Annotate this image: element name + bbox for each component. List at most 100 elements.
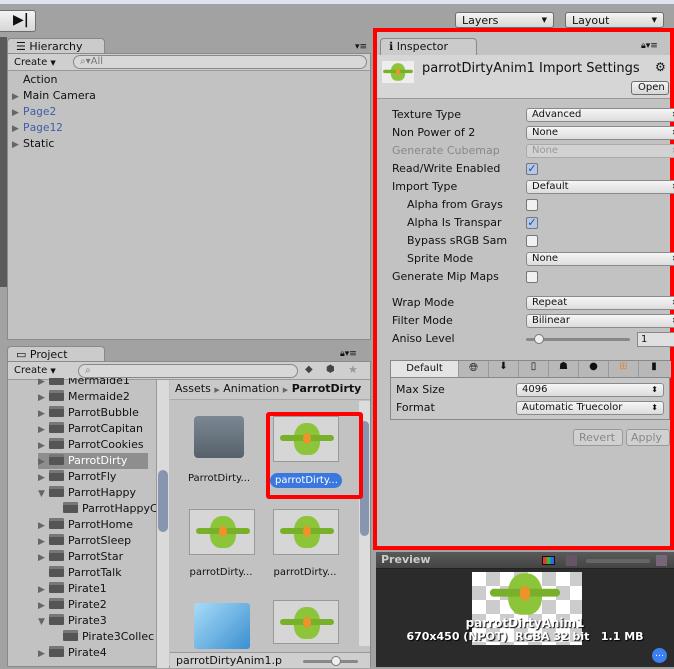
filter-type-icon[interactable]: ◆ xyxy=(305,364,323,375)
layers-dropdown[interactable]: Layers ▼ xyxy=(455,12,554,28)
lock-icon[interactable]: 🔒︎▾≡ xyxy=(340,349,357,359)
expand-arrow-icon[interactable]: ▶ xyxy=(38,598,49,614)
tree-scrollbar[interactable] xyxy=(156,380,169,668)
project-folder-item[interactable]: ▶ Pirate1 xyxy=(38,581,156,597)
tab-hierarchy[interactable]: ☰ Hierarchy xyxy=(7,38,105,54)
expand-arrow-icon[interactable]: ▶ xyxy=(38,646,49,662)
create-button[interactable]: Create ▼ xyxy=(14,364,56,378)
tag-icon[interactable]: ⬢ xyxy=(326,364,344,375)
create-button[interactable]: Create ▼ xyxy=(14,55,56,71)
breadcrumb-item[interactable]: ParrotDirty xyxy=(292,382,362,395)
expand-arrow-icon[interactable]: ▶ xyxy=(38,438,49,454)
tab-default-platform[interactable]: Default xyxy=(391,361,459,377)
icon-size-slider[interactable] xyxy=(303,656,358,666)
expand-arrow-icon[interactable]: ▶ xyxy=(38,422,49,438)
project-folder-item[interactable]: ParrotTalk xyxy=(38,565,156,581)
expand-arrow-icon[interactable]: ▶ xyxy=(38,406,49,422)
step-button[interactable]: ▶| xyxy=(0,10,36,32)
asset-thumbnail[interactable] xyxy=(273,509,339,555)
more-icon[interactable]: … xyxy=(652,648,667,663)
texture-type-dropdown[interactable]: Advanced⬍ xyxy=(526,108,674,122)
project-folder-item[interactable]: ▼ ParrotHappy xyxy=(38,485,156,501)
revert-button[interactable]: Revert xyxy=(573,429,623,446)
rgb-channel-icon[interactable] xyxy=(542,556,555,565)
project-folder-item[interactable]: ParrotHappyC xyxy=(38,501,156,517)
bypass-srgb-checkbox[interactable] xyxy=(526,235,538,247)
windows-platform-icon[interactable]: ⊞ xyxy=(609,361,639,377)
alpha-grays-checkbox[interactable] xyxy=(526,199,538,211)
format-dropdown[interactable]: Automatic Truecolor ⬍ xyxy=(516,401,664,415)
blackberry-platform-icon[interactable]: ● xyxy=(579,361,609,377)
project-folder-item[interactable]: ▶ Pirate2 xyxy=(38,597,156,613)
breadcrumb-item[interactable]: Assets xyxy=(175,382,211,395)
project-folder-item[interactable]: ▶ ParrotStar xyxy=(38,549,156,565)
expand-arrow-icon[interactable]: ▼ xyxy=(38,486,49,502)
expand-arrow-icon[interactable]: ▶ xyxy=(38,470,49,486)
mip-slider[interactable] xyxy=(586,559,650,563)
alpha-transparency-checkbox[interactable]: ✓ xyxy=(526,217,538,229)
breadcrumb-item[interactable]: Animation xyxy=(223,382,279,395)
project-folder-item[interactable]: ▼ Pirate3 xyxy=(38,613,156,629)
wrap-mode-dropdown[interactable]: Repeat⬍ xyxy=(526,296,674,310)
expand-arrow-icon[interactable]: ▼ xyxy=(38,614,49,630)
cube-asset-icon[interactable] xyxy=(194,603,250,649)
project-folder-item[interactable]: Pirate3Collec xyxy=(38,629,156,645)
project-search-input[interactable]: ⌕ xyxy=(78,364,298,378)
project-folder-item[interactable]: ▶ ParrotBubble xyxy=(38,405,156,421)
hierarchy-item[interactable]: ▶ Page2 xyxy=(12,104,56,120)
expand-arrow-icon[interactable]: ▶ xyxy=(12,137,23,153)
project-folder-item[interactable]: ▶ ParrotCapitan xyxy=(38,421,156,437)
asset-thumbnail[interactable] xyxy=(189,509,255,555)
hierarchy-item[interactable]: Action xyxy=(12,72,57,88)
standalone-platform-icon[interactable]: ⬇ xyxy=(489,361,519,377)
project-folder-item[interactable]: ▶ Mermaide1 xyxy=(38,378,156,389)
panel-menu-icon[interactable]: ▾≡ xyxy=(355,42,367,52)
expand-arrow-icon[interactable]: ▶ xyxy=(12,89,23,105)
max-size-dropdown[interactable]: 4096 ⬍ xyxy=(516,383,664,397)
expand-arrow-icon[interactable]: ▶ xyxy=(38,550,49,566)
android-platform-icon[interactable]: ☗ xyxy=(549,361,579,377)
slider-knob[interactable] xyxy=(534,334,544,344)
aniso-slider[interactable] xyxy=(526,334,630,344)
star-icon[interactable]: ★ xyxy=(348,363,366,376)
project-folder-item[interactable]: ▶ ParrotHome xyxy=(38,517,156,533)
hierarchy-item[interactable]: ▶ Page12 xyxy=(12,120,63,136)
windows-phone-platform-icon[interactable]: ▮ xyxy=(639,361,669,377)
asset-label[interactable]: parrotDirty... xyxy=(265,567,345,578)
expand-arrow-icon[interactable]: ▶ xyxy=(38,390,49,406)
sprite-mode-dropdown[interactable]: None⬍ xyxy=(526,252,674,266)
folder-asset-icon[interactable] xyxy=(194,416,244,458)
hierarchy-search-input[interactable]: ⌕▾All xyxy=(73,55,367,69)
filter-mode-dropdown[interactable]: Bilinear⬍ xyxy=(526,314,674,328)
read-write-checkbox[interactable]: ✓ xyxy=(526,163,538,175)
import-type-dropdown[interactable]: Default⬍ xyxy=(526,180,674,194)
expand-arrow-icon[interactable]: ▶ xyxy=(12,121,23,137)
expand-arrow-icon[interactable]: ▶ xyxy=(38,454,49,470)
project-folder-item[interactable]: ▶ ParrotCookies xyxy=(38,437,156,453)
asset-label[interactable]: ParrotDirty... xyxy=(179,473,259,484)
scroll-thumb[interactable] xyxy=(158,470,168,532)
hierarchy-item[interactable]: ▶ Static xyxy=(12,136,54,152)
ios-platform-icon[interactable]: ▯ xyxy=(519,361,549,377)
non-power-dropdown[interactable]: None⬍ xyxy=(526,126,674,140)
mipmaps-checkbox[interactable] xyxy=(526,271,538,283)
layout-dropdown[interactable]: Layout ▼ xyxy=(565,12,664,28)
asset-thumbnail[interactable] xyxy=(273,600,339,644)
asset-label[interactable]: parrotDirty... xyxy=(181,567,261,578)
alpha-transparency-row: Alpha Is Transpar ✓ xyxy=(392,214,538,232)
project-folder-item[interactable]: ▶ ParrotDirty xyxy=(38,453,148,469)
project-folder-item[interactable]: ▶ ParrotFly xyxy=(38,469,156,485)
expand-arrow-icon[interactable]: ▶ xyxy=(38,534,49,550)
project-folder-item[interactable]: ▶ ParrotSleep xyxy=(38,533,156,549)
aniso-level-input[interactable]: 1 xyxy=(637,332,674,347)
expand-arrow-icon[interactable]: ▶ xyxy=(12,105,23,121)
expand-arrow-icon[interactable]: ▶ xyxy=(38,518,49,534)
hierarchy-item[interactable]: ▶ Main Camera xyxy=(12,88,96,104)
apply-button[interactable]: Apply xyxy=(626,429,670,446)
platform-settings: Default 🌐︎ ⬇ ▯ ☗ ● ⊞ ▮ Max Size 4096 ⬍ For… xyxy=(390,360,671,420)
project-folder-item[interactable]: ▶ Pirate4 xyxy=(38,645,156,661)
tab-project[interactable]: ▭ Project xyxy=(7,346,105,362)
project-folder-item[interactable]: ▶ Mermaide2 xyxy=(38,389,156,405)
expand-arrow-icon[interactable]: ▶ xyxy=(38,582,49,598)
web-platform-icon[interactable]: 🌐︎ xyxy=(459,361,489,377)
